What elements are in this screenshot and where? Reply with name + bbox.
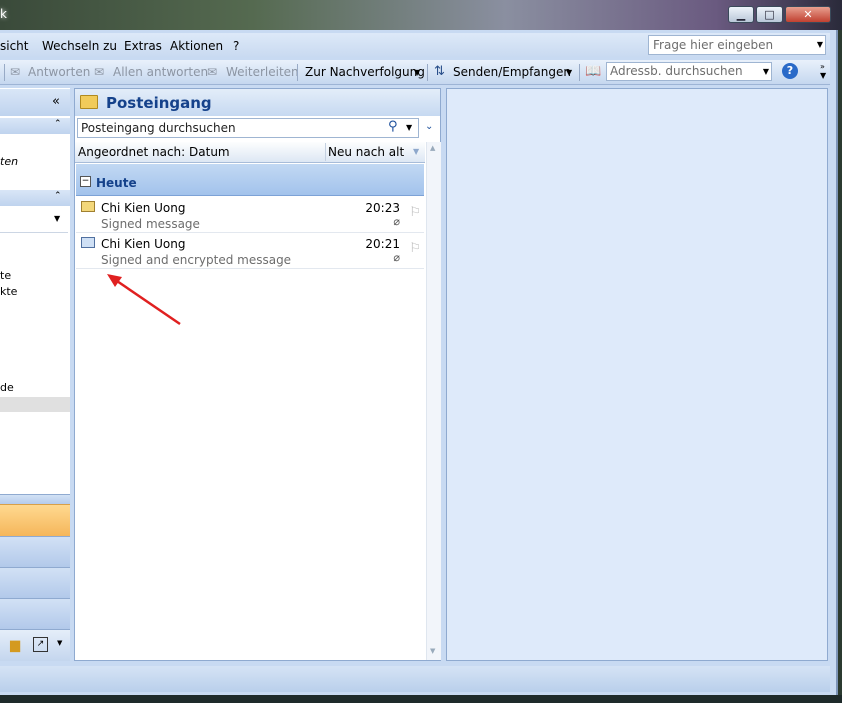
selected-folder-row[interactable] — [0, 397, 70, 412]
send-receive-button[interactable]: Senden/Empfangen — [453, 65, 571, 79]
nav-button-calendar[interactable] — [0, 536, 70, 567]
message-time: 20:23 — [365, 201, 400, 215]
attachment-icon: ⌀ — [393, 215, 400, 228]
message-row[interactable]: Chi Kien Uong Signed message 20:23 ⌀ ⚐ — [76, 197, 424, 233]
folder-icon[interactable]: ▆ — [10, 638, 20, 653]
address-book-search-placeholder: Adressb. durchsuchen — [610, 64, 743, 78]
collapse-nav-button[interactable]: « — [52, 94, 60, 109]
taskbar-edge — [0, 695, 842, 703]
toolbar-separator — [297, 64, 298, 81]
nav-folder-fragment[interactable]: kte — [0, 285, 17, 298]
message-subject: Signed and encrypted message — [101, 253, 292, 267]
annotation-arrow — [107, 274, 181, 326]
message-subject: Signed message — [101, 217, 200, 231]
inbox-folder-icon — [80, 95, 98, 109]
inbox-search-placeholder: Posteingang durchsuchen — [81, 121, 236, 135]
forward-icon: ✉ — [207, 65, 218, 79]
navigation-pane-header: « — [0, 89, 70, 116]
scroll-up-icon[interactable]: ▲ — [430, 144, 435, 152]
search-options-icon[interactable]: ▼ — [406, 123, 412, 132]
reply-button[interactable]: Antworten — [28, 65, 90, 79]
nav-shortcuts-bar: ▆ ↗ ▼ — [0, 629, 70, 661]
arranged-by-header[interactable]: Angeordnet nach: Datum — [78, 145, 230, 159]
signed-mail-icon — [81, 201, 95, 212]
toolbar-separator — [4, 64, 5, 81]
message-time: 20:21 — [365, 237, 400, 251]
message-sender: Chi Kien Uong — [101, 237, 186, 251]
message-sender: Chi Kien Uong — [101, 201, 186, 215]
toolbar-separator — [427, 64, 428, 81]
inbox-search-input[interactable]: Posteingang durchsuchen ⚲ ▼ — [77, 118, 419, 138]
nav-folder-fragment[interactable]: ten — [0, 155, 18, 168]
nav-button-mail[interactable] — [0, 504, 70, 536]
menu-help[interactable]: ? — [233, 39, 239, 53]
dropdown-arrow-icon[interactable]: ▼ — [817, 40, 823, 49]
dropdown-arrow-icon[interactable]: ▼ — [54, 214, 60, 223]
folder-view-dropdown[interactable]: ▼ — [0, 208, 68, 233]
nav-folder-fragment[interactable]: te — [0, 269, 11, 282]
sort-order-header[interactable]: Neu nach alt — [328, 145, 404, 159]
toolbar-separator — [579, 64, 580, 81]
send-receive-icon: ⇅ — [434, 64, 445, 79]
search-icon[interactable]: ⚲ — [388, 119, 398, 134]
group-label: Heute — [96, 176, 137, 190]
close-button[interactable]: ✕ — [785, 6, 831, 23]
sort-arrow-icon: ▼ — [413, 147, 420, 156]
minimize-button[interactable]: ▁ — [728, 6, 754, 23]
followup-button[interactable]: Zur Nachverfolgung — [305, 65, 425, 79]
folder-title: Posteingang — [106, 94, 212, 112]
followup-dropdown-icon[interactable]: ▼ — [414, 68, 420, 77]
ask-question-input[interactable]: Frage hier eingeben ▼ — [648, 35, 826, 55]
flag-icon[interactable]: ⚐ — [409, 205, 421, 220]
scroll-down-icon[interactable]: ▼ — [430, 647, 435, 655]
nav-button-contacts[interactable] — [0, 567, 70, 598]
shortcut-icon[interactable]: ↗ — [33, 637, 48, 652]
title-bar: k ▁ □ ✕ — [0, 0, 836, 30]
menu-aktionen[interactable]: Aktionen — [170, 39, 223, 53]
address-book-search-input[interactable]: Adressb. durchsuchen ▼ — [606, 62, 772, 81]
help-icon[interactable]: ? — [782, 63, 798, 79]
attachment-icon: ⌀ — [393, 251, 400, 264]
message-row[interactable]: Chi Kien Uong Signed and encrypted messa… — [76, 233, 424, 269]
address-book-icon[interactable]: 📖 — [585, 64, 601, 79]
toolbar-overflow-icon[interactable]: » ▼ — [820, 62, 826, 80]
reply-all-button[interactable]: Allen antworten — [113, 65, 208, 79]
mail-folders-header: ⌃ — [0, 190, 70, 206]
flag-icon[interactable]: ⚐ — [409, 241, 421, 256]
column-header: Angeordnet nach: Datum Neu nach alt ▼ — [75, 142, 425, 163]
reading-pane — [446, 88, 828, 661]
column-divider — [325, 143, 326, 161]
status-bar — [0, 666, 830, 692]
expand-search-icon[interactable]: ⌄ — [425, 121, 433, 132]
nav-button-tasks[interactable] — [0, 598, 70, 629]
reply-icon: ✉ — [10, 65, 21, 79]
forward-button[interactable]: Weiterleiten — [226, 65, 299, 79]
encrypted-mail-icon — [81, 237, 95, 248]
configure-buttons-icon[interactable]: ▼ — [57, 639, 62, 647]
chevron-up-icon[interactable]: ⌃ — [54, 191, 62, 201]
menu-ansicht[interactable]: sicht — [0, 39, 29, 53]
dropdown-arrow-icon[interactable]: ▼ — [763, 67, 769, 76]
chevron-up-icon[interactable]: ⌃ — [54, 119, 62, 129]
window-title: k — [0, 7, 7, 21]
group-header[interactable]: − Heute — [76, 164, 424, 196]
ask-question-placeholder: Frage hier eingeben — [653, 38, 774, 52]
favorites-header: ⌃ — [0, 118, 70, 134]
maximize-button[interactable]: □ — [756, 6, 783, 23]
menu-wechseln-zu[interactable]: Wechseln zu — [42, 39, 117, 53]
menu-extras[interactable]: Extras — [124, 39, 162, 53]
send-receive-dropdown-icon[interactable]: ▼ — [566, 68, 572, 77]
collapse-group-icon[interactable]: − — [80, 176, 91, 187]
nav-folder-fragment[interactable]: de — [0, 381, 14, 394]
message-list-scrollbar[interactable]: ▲ ▼ — [426, 142, 441, 660]
reply-all-icon: ✉ — [94, 65, 105, 79]
